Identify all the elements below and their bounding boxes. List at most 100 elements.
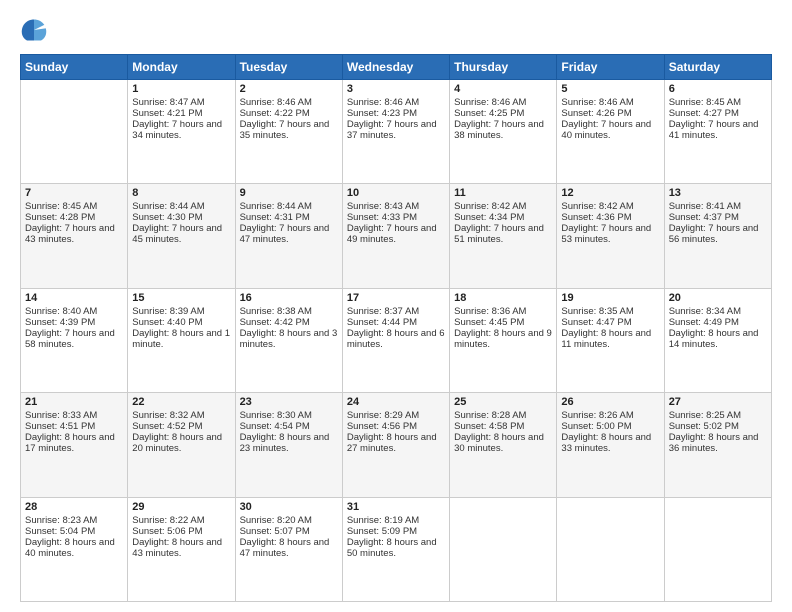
daylight: Daylight: 7 hours and 45 minutes.	[132, 223, 222, 245]
daylight: Daylight: 7 hours and 49 minutes.	[347, 223, 437, 245]
table-row: 21 Sunrise: 8:33 AM Sunset: 4:51 PM Dayl…	[21, 393, 128, 497]
table-row: 8 Sunrise: 8:44 AM Sunset: 4:30 PM Dayli…	[128, 184, 235, 288]
sunrise: Sunrise: 8:41 AM	[669, 201, 741, 212]
day-number: 7	[25, 187, 123, 199]
sunset: Sunset: 5:00 PM	[561, 421, 631, 432]
sunset: Sunset: 5:04 PM	[25, 526, 95, 537]
sunset: Sunset: 4:30 PM	[132, 212, 202, 223]
daylight: Daylight: 7 hours and 58 minutes.	[25, 328, 115, 350]
calendar-header-row: Sunday Monday Tuesday Wednesday Thursday…	[21, 55, 772, 80]
daylight: Daylight: 8 hours and 14 minutes.	[669, 328, 759, 350]
sunrise: Sunrise: 8:46 AM	[561, 97, 633, 108]
day-number: 10	[347, 187, 445, 199]
table-row	[557, 497, 664, 601]
daylight: Daylight: 8 hours and 17 minutes.	[25, 432, 115, 454]
sunset: Sunset: 4:25 PM	[454, 108, 524, 119]
daylight: Daylight: 8 hours and 40 minutes.	[25, 537, 115, 559]
day-number: 19	[561, 292, 659, 304]
daylight: Daylight: 7 hours and 51 minutes.	[454, 223, 544, 245]
sunset: Sunset: 4:42 PM	[240, 317, 310, 328]
day-number: 22	[132, 396, 230, 408]
day-number: 27	[669, 396, 767, 408]
sunset: Sunset: 5:09 PM	[347, 526, 417, 537]
sunrise: Sunrise: 8:34 AM	[669, 306, 741, 317]
day-number: 28	[25, 501, 123, 513]
sunset: Sunset: 4:34 PM	[454, 212, 524, 223]
daylight: Daylight: 8 hours and 1 minute.	[132, 328, 230, 350]
sunrise: Sunrise: 8:40 AM	[25, 306, 97, 317]
col-monday: Monday	[128, 55, 235, 80]
calendar-week-row: 7 Sunrise: 8:45 AM Sunset: 4:28 PM Dayli…	[21, 184, 772, 288]
table-row: 29 Sunrise: 8:22 AM Sunset: 5:06 PM Dayl…	[128, 497, 235, 601]
sunrise: Sunrise: 8:39 AM	[132, 306, 204, 317]
day-number: 2	[240, 83, 338, 95]
table-row: 28 Sunrise: 8:23 AM Sunset: 5:04 PM Dayl…	[21, 497, 128, 601]
daylight: Daylight: 8 hours and 43 minutes.	[132, 537, 222, 559]
sunrise: Sunrise: 8:35 AM	[561, 306, 633, 317]
day-number: 30	[240, 501, 338, 513]
daylight: Daylight: 7 hours and 43 minutes.	[25, 223, 115, 245]
table-row: 9 Sunrise: 8:44 AM Sunset: 4:31 PM Dayli…	[235, 184, 342, 288]
table-row: 30 Sunrise: 8:20 AM Sunset: 5:07 PM Dayl…	[235, 497, 342, 601]
sunset: Sunset: 4:26 PM	[561, 108, 631, 119]
sunset: Sunset: 4:51 PM	[25, 421, 95, 432]
sunrise: Sunrise: 8:37 AM	[347, 306, 419, 317]
sunrise: Sunrise: 8:29 AM	[347, 410, 419, 421]
daylight: Daylight: 8 hours and 9 minutes.	[454, 328, 552, 350]
sunrise: Sunrise: 8:43 AM	[347, 201, 419, 212]
daylight: Daylight: 8 hours and 27 minutes.	[347, 432, 437, 454]
table-row: 23 Sunrise: 8:30 AM Sunset: 4:54 PM Dayl…	[235, 393, 342, 497]
table-row: 10 Sunrise: 8:43 AM Sunset: 4:33 PM Dayl…	[342, 184, 449, 288]
sunrise: Sunrise: 8:32 AM	[132, 410, 204, 421]
calendar-week-row: 28 Sunrise: 8:23 AM Sunset: 5:04 PM Dayl…	[21, 497, 772, 601]
day-number: 18	[454, 292, 552, 304]
sunrise: Sunrise: 8:46 AM	[454, 97, 526, 108]
sunrise: Sunrise: 8:33 AM	[25, 410, 97, 421]
table-row: 13 Sunrise: 8:41 AM Sunset: 4:37 PM Dayl…	[664, 184, 771, 288]
table-row: 24 Sunrise: 8:29 AM Sunset: 4:56 PM Dayl…	[342, 393, 449, 497]
table-row: 15 Sunrise: 8:39 AM Sunset: 4:40 PM Dayl…	[128, 288, 235, 392]
day-number: 13	[669, 187, 767, 199]
table-row: 12 Sunrise: 8:42 AM Sunset: 4:36 PM Dayl…	[557, 184, 664, 288]
sunrise: Sunrise: 8:23 AM	[25, 515, 97, 526]
sunset: Sunset: 4:58 PM	[454, 421, 524, 432]
sunset: Sunset: 4:56 PM	[347, 421, 417, 432]
sunset: Sunset: 4:44 PM	[347, 317, 417, 328]
sunset: Sunset: 5:07 PM	[240, 526, 310, 537]
sunset: Sunset: 5:06 PM	[132, 526, 202, 537]
day-number: 9	[240, 187, 338, 199]
sunset: Sunset: 4:21 PM	[132, 108, 202, 119]
day-number: 16	[240, 292, 338, 304]
daylight: Daylight: 8 hours and 47 minutes.	[240, 537, 330, 559]
sunset: Sunset: 4:40 PM	[132, 317, 202, 328]
daylight: Daylight: 7 hours and 34 minutes.	[132, 119, 222, 141]
sunset: Sunset: 4:45 PM	[454, 317, 524, 328]
col-friday: Friday	[557, 55, 664, 80]
table-row: 31 Sunrise: 8:19 AM Sunset: 5:09 PM Dayl…	[342, 497, 449, 601]
table-row: 19 Sunrise: 8:35 AM Sunset: 4:47 PM Dayl…	[557, 288, 664, 392]
daylight: Daylight: 8 hours and 23 minutes.	[240, 432, 330, 454]
daylight: Daylight: 7 hours and 37 minutes.	[347, 119, 437, 141]
col-wednesday: Wednesday	[342, 55, 449, 80]
sunrise: Sunrise: 8:45 AM	[669, 97, 741, 108]
sunrise: Sunrise: 8:25 AM	[669, 410, 741, 421]
day-number: 23	[240, 396, 338, 408]
calendar-table: Sunday Monday Tuesday Wednesday Thursday…	[20, 54, 772, 602]
day-number: 12	[561, 187, 659, 199]
col-tuesday: Tuesday	[235, 55, 342, 80]
sunset: Sunset: 4:22 PM	[240, 108, 310, 119]
day-number: 26	[561, 396, 659, 408]
sunrise: Sunrise: 8:30 AM	[240, 410, 312, 421]
sunset: Sunset: 4:52 PM	[132, 421, 202, 432]
sunset: Sunset: 4:49 PM	[669, 317, 739, 328]
daylight: Daylight: 8 hours and 11 minutes.	[561, 328, 651, 350]
calendar-week-row: 14 Sunrise: 8:40 AM Sunset: 4:39 PM Dayl…	[21, 288, 772, 392]
daylight: Daylight: 8 hours and 33 minutes.	[561, 432, 651, 454]
day-number: 5	[561, 83, 659, 95]
calendar-week-row: 1 Sunrise: 8:47 AM Sunset: 4:21 PM Dayli…	[21, 80, 772, 184]
daylight: Daylight: 7 hours and 40 minutes.	[561, 119, 651, 141]
sunrise: Sunrise: 8:44 AM	[240, 201, 312, 212]
sunset: Sunset: 4:47 PM	[561, 317, 631, 328]
col-thursday: Thursday	[450, 55, 557, 80]
table-row: 14 Sunrise: 8:40 AM Sunset: 4:39 PM Dayl…	[21, 288, 128, 392]
